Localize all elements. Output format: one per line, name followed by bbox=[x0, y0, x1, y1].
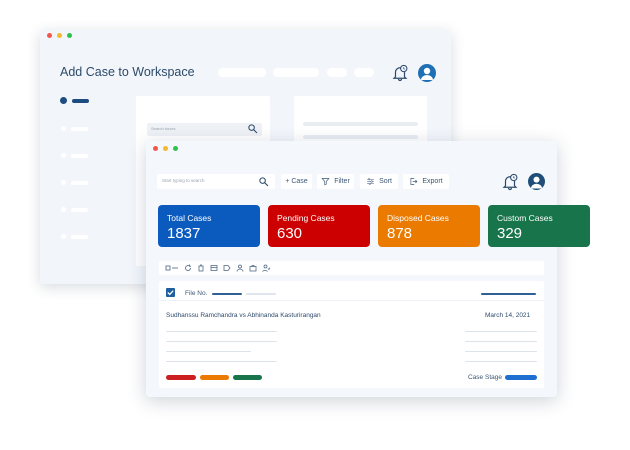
case-tag[interactable] bbox=[166, 375, 196, 380]
window-controls bbox=[47, 33, 72, 38]
filter-button[interactable]: Filter bbox=[317, 174, 354, 189]
case-title[interactable]: Sudhanssu Ramchandra vs Abhinanda Kastur… bbox=[166, 312, 321, 319]
maximize-dot[interactable] bbox=[67, 33, 72, 38]
archive-icon[interactable] bbox=[210, 264, 218, 272]
search-icon[interactable] bbox=[247, 123, 258, 134]
placeholder-line bbox=[166, 331, 277, 332]
sidebar-item[interactable] bbox=[61, 180, 88, 185]
stat-card-value: 329 bbox=[497, 225, 523, 242]
select-all-icon[interactable] bbox=[165, 264, 179, 272]
case-dashboard-window: Start typing to search + Case Filter Sor… bbox=[146, 141, 590, 397]
placeholder-line bbox=[303, 135, 418, 139]
add-case-button[interactable]: + Case bbox=[281, 174, 312, 189]
stat-card-value: 1837 bbox=[167, 225, 201, 242]
stat-card-disposed[interactable]: Disposed Cases 878 bbox=[378, 205, 480, 247]
divider bbox=[159, 300, 544, 301]
user-icon[interactable] bbox=[236, 264, 244, 272]
list-action-toolbar bbox=[159, 261, 544, 275]
case-stage-badge[interactable] bbox=[505, 375, 537, 380]
header-pill bbox=[273, 68, 319, 77]
sort-label: Sort bbox=[379, 178, 392, 185]
export-label: Export bbox=[422, 178, 443, 185]
placeholder-line bbox=[166, 361, 277, 362]
placeholder-line bbox=[465, 331, 537, 332]
sidebar-item[interactable] bbox=[61, 153, 88, 158]
export-icon bbox=[410, 178, 418, 185]
filter-icon bbox=[321, 178, 330, 186]
window-controls bbox=[153, 146, 178, 151]
sidebar-item-active[interactable] bbox=[60, 97, 89, 104]
column-header-bar bbox=[212, 293, 242, 295]
case-stage-label: Case Stage bbox=[468, 374, 502, 381]
add-case-label: + Case bbox=[285, 178, 308, 185]
stat-card-label: Total Cases bbox=[167, 213, 212, 223]
case-tag[interactable] bbox=[233, 375, 262, 380]
column-header-bar bbox=[246, 293, 276, 295]
search-placeholder: Search boxes bbox=[151, 126, 176, 131]
window-title: Add Case to Workspace bbox=[60, 65, 195, 79]
search-placeholder: Start typing to search bbox=[162, 178, 205, 183]
placeholder-line bbox=[166, 351, 251, 352]
export-button[interactable]: Export bbox=[403, 174, 449, 189]
placeholder-line bbox=[465, 361, 537, 362]
sidebar-item[interactable] bbox=[61, 234, 88, 239]
avatar[interactable] bbox=[418, 64, 436, 82]
refresh-icon[interactable] bbox=[184, 264, 192, 272]
briefcase-icon[interactable] bbox=[249, 264, 257, 272]
search-input[interactable]: Search boxes bbox=[147, 123, 262, 136]
bell-icon[interactable] bbox=[391, 64, 409, 82]
stat-card-label: Custom Cases bbox=[497, 213, 553, 223]
close-dot[interactable] bbox=[47, 33, 52, 38]
sort-icon bbox=[367, 178, 374, 185]
stat-card-pending[interactable]: Pending Cases 630 bbox=[268, 205, 370, 247]
header-pill bbox=[218, 68, 266, 77]
case-list: File No. Sudhanssu Ramchandra vs Abhinan… bbox=[159, 281, 544, 388]
sort-button[interactable]: Sort bbox=[360, 174, 398, 189]
placeholder-line bbox=[166, 341, 277, 342]
minimize-dot[interactable] bbox=[163, 146, 168, 151]
placeholder-line bbox=[465, 341, 537, 342]
delete-icon[interactable] bbox=[197, 264, 205, 272]
stat-card-value: 878 bbox=[387, 225, 413, 242]
maximize-dot[interactable] bbox=[173, 146, 178, 151]
case-date: March 14, 2021 bbox=[485, 312, 531, 319]
filter-label: Filter bbox=[334, 178, 350, 185]
marketing-illustration: Add Case to Workspace Search boxes Start… bbox=[0, 0, 630, 450]
sidebar-item[interactable] bbox=[61, 126, 88, 131]
bell-icon[interactable] bbox=[501, 173, 519, 191]
checkbox-icon[interactable] bbox=[166, 288, 175, 297]
stat-card-custom[interactable]: Custom Cases 329 bbox=[488, 205, 590, 247]
column-header-bar bbox=[481, 293, 536, 295]
placeholder-line bbox=[303, 122, 418, 126]
search-icon[interactable] bbox=[258, 176, 269, 187]
stat-card-total[interactable]: Total Cases 1837 bbox=[158, 205, 260, 247]
assign-user-icon[interactable] bbox=[262, 264, 270, 272]
header-pill bbox=[327, 68, 347, 77]
case-tag[interactable] bbox=[200, 375, 229, 380]
stat-card-label: Pending Cases bbox=[277, 213, 335, 223]
avatar[interactable] bbox=[528, 173, 545, 190]
header-pill bbox=[354, 68, 374, 77]
sidebar-item[interactable] bbox=[61, 207, 88, 212]
minimize-dot[interactable] bbox=[57, 33, 62, 38]
tag-icon[interactable] bbox=[223, 264, 231, 272]
file-no-column-header[interactable]: File No. bbox=[185, 290, 207, 297]
stat-card-value: 630 bbox=[277, 225, 303, 242]
close-dot[interactable] bbox=[153, 146, 158, 151]
placeholder-line bbox=[465, 351, 537, 352]
stat-card-label: Disposed Cases bbox=[387, 213, 449, 223]
